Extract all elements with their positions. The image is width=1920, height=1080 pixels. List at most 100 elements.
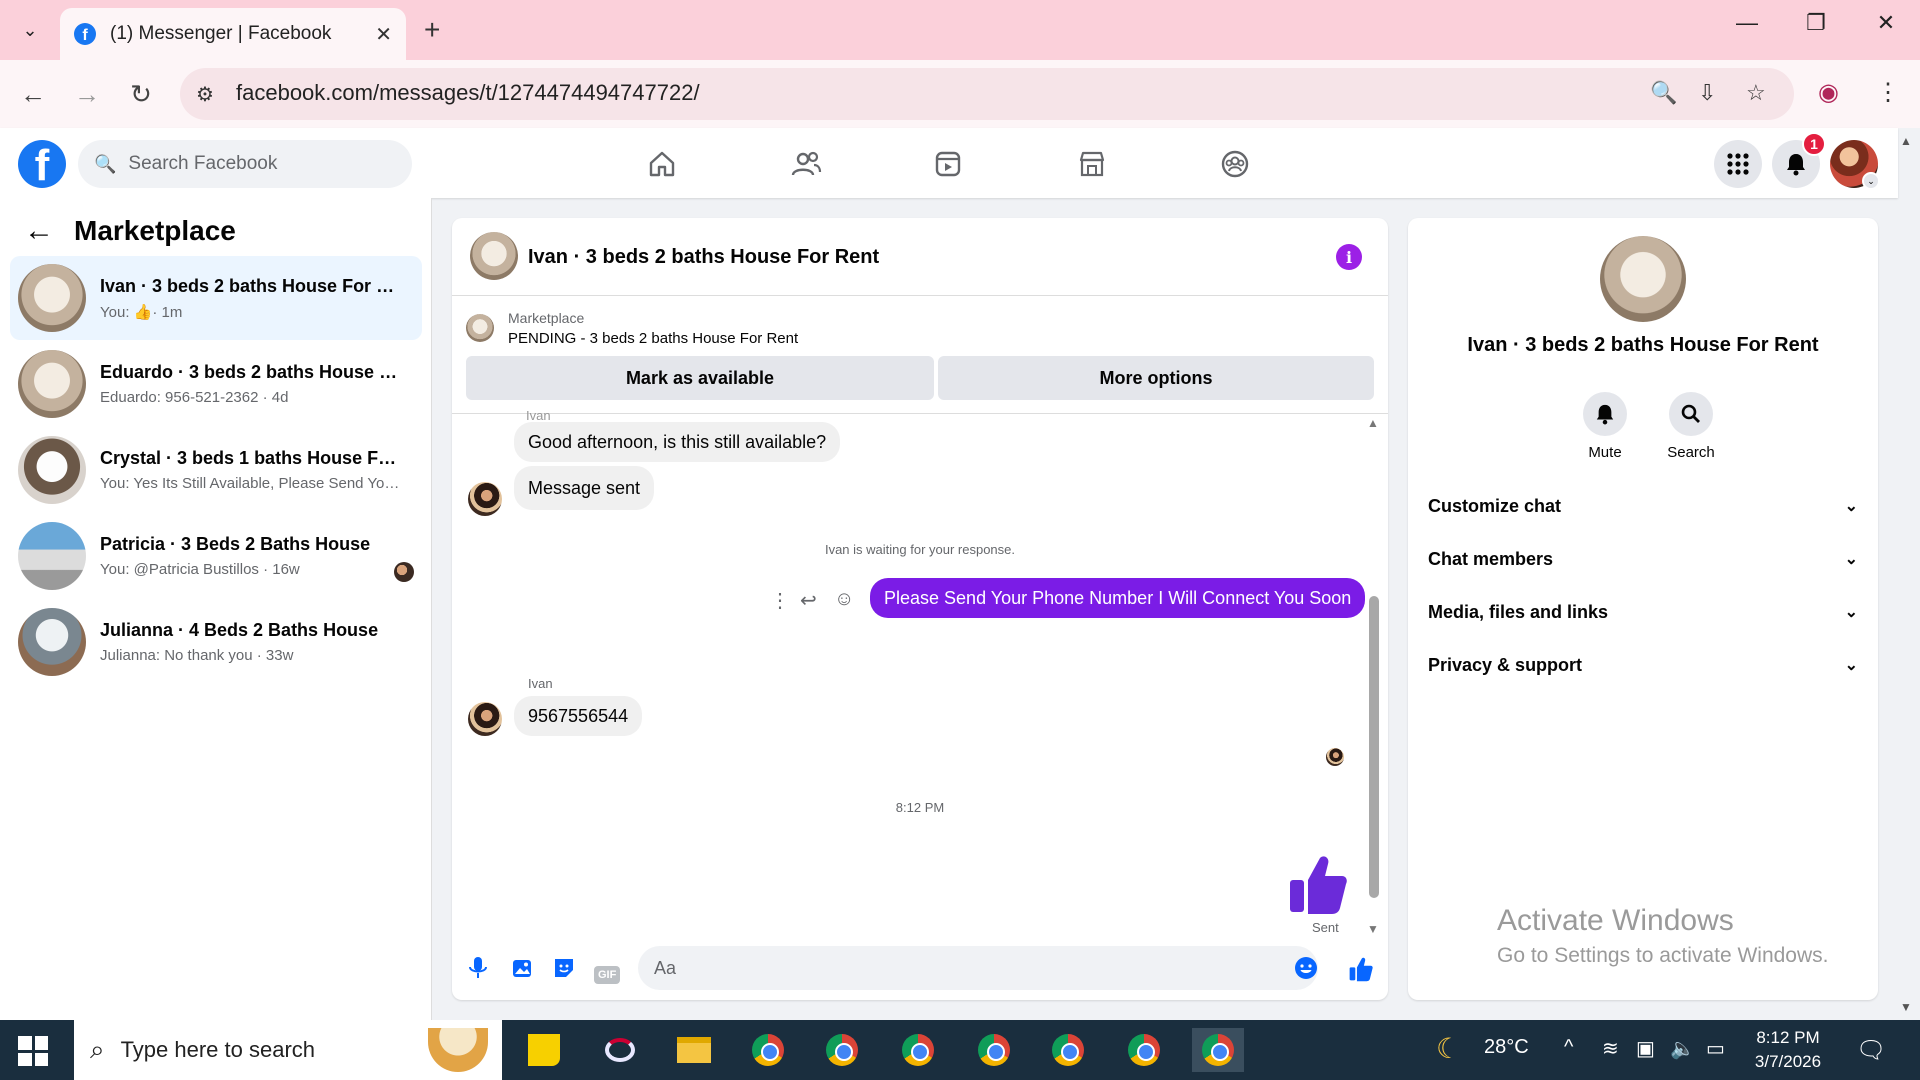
more-actions-icon[interactable]: ⋮ [770, 588, 790, 613]
customize-chat-section[interactable]: Customize chat ⌄ [1428, 486, 1858, 526]
friends-icon[interactable] [786, 144, 826, 184]
incoming-message[interactable]: 9567556544 [514, 696, 643, 736]
mark-as-available-button[interactable]: Mark as available [466, 356, 934, 400]
chrome-icon[interactable] [816, 1028, 868, 1072]
minimize-icon[interactable]: — [1727, 10, 1767, 36]
reply-icon[interactable]: ↩ [800, 588, 817, 613]
back-arrow-icon[interactable]: ← [24, 214, 54, 248]
home-icon[interactable] [642, 144, 682, 184]
sticker-icon[interactable] [552, 956, 576, 986]
account-avatar[interactable]: ⌄ [1830, 140, 1880, 190]
chrome-icon[interactable] [1118, 1028, 1170, 1072]
menu-grid-icon[interactable] [1714, 140, 1762, 188]
marketplace-icon[interactable] [1072, 144, 1112, 184]
conversation-name: Crystal · 3 beds 1 baths House For Rent [100, 448, 400, 468]
conversation-list-panel: ← Marketplace Ivan · 3 beds 2 baths Hous… [0, 198, 432, 1020]
sticky-notes-icon[interactable] [518, 1028, 570, 1072]
notifications-center-icon[interactable]: 🗨 [1856, 1036, 1886, 1065]
search-conversation-button[interactable]: Search [1656, 392, 1726, 461]
gif-icon[interactable]: GIF [594, 958, 621, 984]
chrome-icon[interactable] [1042, 1028, 1094, 1072]
windows-start-icon[interactable] [18, 1036, 48, 1066]
zoom-icon[interactable]: 🔍 [1650, 80, 1677, 106]
restore-icon[interactable]: ❐ [1796, 10, 1836, 36]
conversation-item[interactable]: Patricia · 3 Beds 2 Baths House You: @Pa… [10, 514, 422, 598]
thumbs-up-sticker-icon[interactable] [1288, 852, 1348, 916]
meet-now-icon[interactable]: ▣ [1636, 1036, 1655, 1061]
close-window-icon[interactable]: ✕ [1866, 10, 1906, 36]
battery-icon[interactable]: ▭ [1706, 1036, 1725, 1061]
bookmark-star-icon[interactable]: ☆ [1746, 80, 1766, 106]
facebook-search-input[interactable] [126, 152, 387, 176]
weather-moon-icon[interactable]: ☾ [1436, 1032, 1461, 1065]
conversation-avatar [18, 608, 86, 676]
chat-title[interactable]: Ivan · 3 beds 2 baths House For Rent [528, 246, 879, 269]
like-thumbs-up-icon[interactable] [1348, 956, 1374, 988]
sender-avatar [468, 482, 502, 516]
conversation-item[interactable]: Ivan · 3 beds 2 baths House For Rent You… [10, 256, 422, 340]
chrome-icon[interactable] [892, 1028, 944, 1072]
browser-menu-icon[interactable]: ⋮ [1876, 78, 1900, 107]
conversation-item[interactable]: Julianna · 4 Beds 2 Baths House Julianna… [10, 600, 422, 684]
mute-label: Mute [1588, 444, 1622, 461]
video-icon[interactable] [928, 144, 968, 184]
marketplace-listing-bar: Marketplace PENDING - 3 beds 2 baths Hou… [452, 296, 1388, 414]
scroll-down-icon[interactable]: ▼ [1367, 922, 1379, 936]
weather-temp[interactable]: 28°C [1484, 1036, 1529, 1059]
taskbar-search[interactable]: ⌕ Type here to search [74, 1020, 502, 1080]
contact-avatar[interactable] [1600, 236, 1686, 322]
info-icon[interactable]: i [1336, 244, 1362, 270]
facebook-search[interactable]: 🔍 [78, 140, 412, 188]
incoming-message[interactable]: Good afternoon, is this still available? [514, 422, 841, 462]
conversation-name: Patricia · 3 Beds 2 Baths House [100, 534, 371, 554]
page-scroll-up-icon[interactable]: ▲ [1900, 134, 1912, 148]
tab-close-icon[interactable]: ✕ [375, 22, 392, 47]
scrollbar-thumb[interactable] [1369, 596, 1379, 898]
chat-avatar[interactable] [470, 232, 518, 280]
more-options-button[interactable]: More options [938, 356, 1374, 400]
media-files-links-section[interactable]: Media, files and links ⌄ [1428, 592, 1858, 632]
browser-tab[interactable]: f (1) Messenger | Facebook ✕ [60, 8, 406, 60]
listing-thumbnail [466, 314, 494, 342]
emoji-icon[interactable] [1294, 956, 1318, 986]
conversation-item[interactable]: Eduardo · 3 beds 2 baths House For Rent … [10, 342, 422, 426]
thread-scrollbar[interactable]: ▲ ▼ [1366, 414, 1382, 942]
search-label: Search [1667, 444, 1715, 461]
back-arrow-icon[interactable]: ← [18, 80, 48, 108]
chrome-active-icon[interactable] [1192, 1028, 1244, 1072]
install-app-icon[interactable]: ⇩ [1698, 80, 1716, 106]
system-clock[interactable]: 8:12 PM 3/7/2026 [1740, 1026, 1836, 1074]
chrome-icon[interactable] [968, 1028, 1020, 1072]
reload-icon[interactable]: ↻ [126, 80, 156, 108]
privacy-support-section[interactable]: Privacy & support ⌄ [1428, 645, 1858, 685]
conversation-preview: You: @Patricia Bustillos · 16w [100, 561, 300, 578]
snipping-tool-icon[interactable] [594, 1028, 646, 1072]
outgoing-message[interactable]: Please Send Your Phone Number I Will Con… [870, 578, 1366, 618]
url-text[interactable]: facebook.com/messages/t/1274474494747722… [236, 80, 700, 106]
microphone-icon[interactable] [468, 956, 488, 986]
windows-taskbar: ⌕ Type here to search ☾ 28°C ^ ≋ ▣ 🔈 ▭ 8… [0, 1020, 1920, 1080]
volume-icon[interactable]: 🔈 [1670, 1036, 1695, 1061]
new-tab-icon[interactable]: + [424, 14, 440, 46]
incoming-message[interactable]: Message sent [514, 466, 655, 510]
address-bar[interactable]: ⚙ facebook.com/messages/t/12744744947477… [180, 68, 1794, 120]
bell-icon [1583, 392, 1627, 436]
chrome-icon[interactable] [742, 1028, 794, 1072]
wifi-icon[interactable]: ≋ [1602, 1036, 1619, 1061]
facebook-logo-icon[interactable]: f [18, 140, 66, 188]
site-settings-icon[interactable]: ⚙ [196, 82, 214, 107]
message-input[interactable] [638, 946, 1318, 990]
scroll-up-icon[interactable]: ▲ [1367, 416, 1379, 430]
forward-arrow-icon[interactable]: → [72, 80, 102, 108]
profile-icon[interactable]: ◉ [1818, 78, 1839, 107]
conversation-item[interactable]: Crystal · 3 beds 1 baths House For Rent … [10, 428, 422, 512]
tray-chevron-up-icon[interactable]: ^ [1564, 1036, 1573, 1059]
photo-icon[interactable] [510, 956, 534, 986]
groups-icon[interactable] [1215, 144, 1255, 184]
tab-search-chevron-icon[interactable]: ⌄ [14, 14, 46, 46]
react-emoji-icon[interactable]: ☺ [834, 588, 854, 611]
page-scroll-down-icon[interactable]: ▼ [1900, 1000, 1912, 1014]
chat-members-section[interactable]: Chat members ⌄ [1428, 539, 1858, 579]
file-explorer-icon[interactable] [668, 1028, 720, 1072]
mute-button[interactable]: Mute [1570, 392, 1640, 461]
